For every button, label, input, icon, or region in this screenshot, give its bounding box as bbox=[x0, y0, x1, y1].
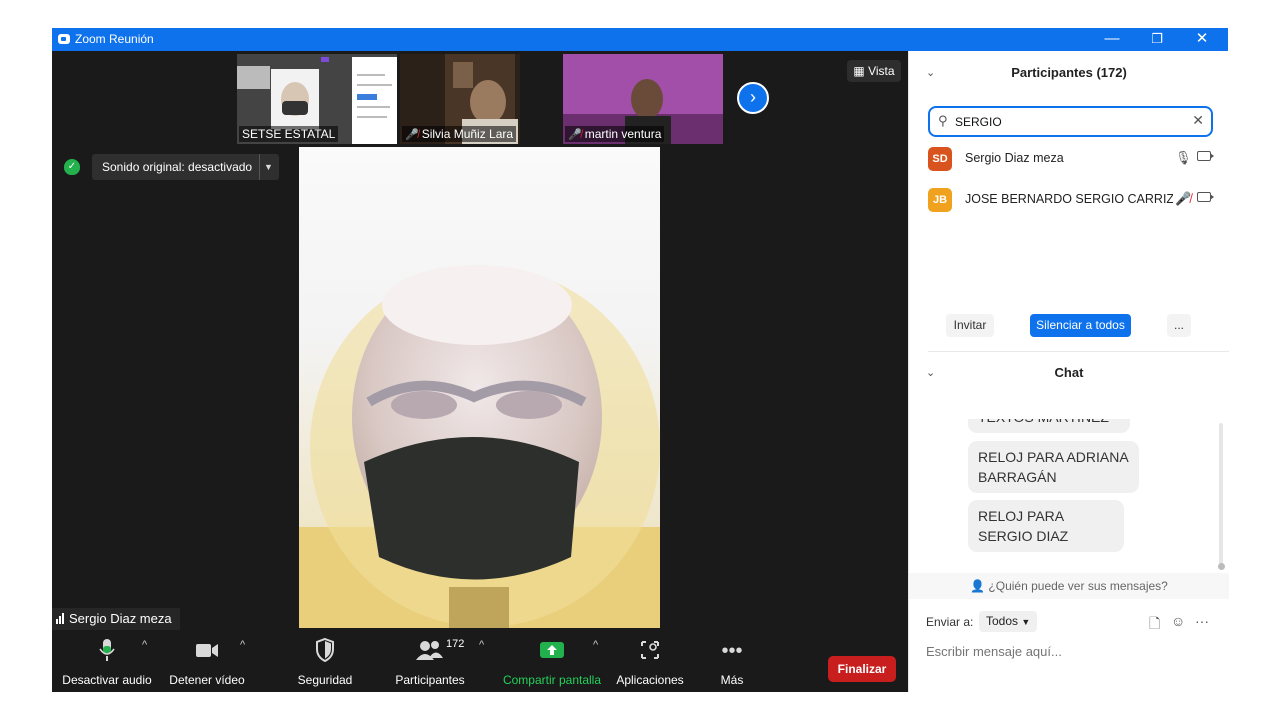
close-button[interactable]: ✕ bbox=[1179, 29, 1225, 50]
collapse-chevron-icon[interactable]: ⌄ bbox=[926, 62, 935, 84]
chat-title: Chat bbox=[1054, 365, 1084, 380]
minimize-button[interactable]: — bbox=[1089, 29, 1135, 50]
video-area: SETSE ESTATAL 🎤̸ Silvia Muñiz Lara 🎤̸ mart… bbox=[52, 51, 908, 692]
meeting-toolbar: Desactivar audio ^ Detener vídeo ^ Segur… bbox=[52, 631, 908, 692]
participant-name: JOSE BERNARDO SERGIO CARRIZ... bbox=[965, 192, 1173, 206]
mute-audio-button[interactable]: Desactivar audio bbox=[62, 637, 152, 687]
tile-name: 🎤̸ martin ventura bbox=[565, 126, 665, 142]
grid-icon: ▦ bbox=[853, 64, 869, 78]
security-button[interactable]: Seguridad bbox=[292, 637, 358, 687]
zoom-window: Zoom Reunión — ❐ ✕ SETSE ESTATAL 🎤̸ Silv… bbox=[52, 28, 1229, 692]
active-speaker-video bbox=[299, 147, 660, 628]
gallery-tile-silvia[interactable]: 🎤̸ Silvia Muñiz Lara bbox=[400, 54, 520, 144]
chat-messages: TEXTOS MARTINEZ RELOJ PARA ADRIANA BARRA… bbox=[909, 419, 1229, 574]
stop-video-button[interactable]: Detener vídeo bbox=[167, 637, 247, 687]
who-can-see-messages[interactable]: 👤 ¿Quién puede ver sus mensajes? bbox=[909, 573, 1229, 599]
encryption-shield-icon[interactable]: ✓ bbox=[64, 159, 80, 175]
microphone-icon bbox=[62, 637, 152, 665]
collapse-chevron-icon[interactable]: ⌄ bbox=[926, 362, 935, 384]
audio-options-caret[interactable]: ^ bbox=[142, 639, 147, 651]
zoom-app-icon bbox=[58, 34, 70, 44]
muted-mic-icon[interactable]: 🎤̸ bbox=[1175, 191, 1191, 207]
chat-message: RELOJ PARA SERGIO DIAZ bbox=[968, 500, 1124, 552]
apps-button[interactable]: Aplicaciones bbox=[614, 637, 686, 687]
participants-options-caret[interactable]: ^ bbox=[479, 639, 484, 651]
chat-message: TEXTOS MARTINEZ bbox=[968, 419, 1130, 433]
participants-count: 172 bbox=[446, 638, 465, 650]
video-camera-icon bbox=[167, 637, 247, 665]
more-button[interactable]: ••• Más bbox=[712, 637, 752, 687]
restore-button[interactable]: ❐ bbox=[1134, 29, 1180, 50]
participant-row[interactable]: JB JOSE BERNARDO SERGIO CARRIZ... 🎤̸ bbox=[909, 184, 1229, 216]
file-icon[interactable]: 🗋 bbox=[1149, 613, 1160, 637]
window-title: Zoom Reunión bbox=[75, 32, 154, 46]
title-bar: Zoom Reunión — ❐ ✕ bbox=[52, 28, 1228, 51]
clear-search-icon[interactable]: ✕ bbox=[1192, 112, 1204, 129]
more-dots-icon: ••• bbox=[721, 640, 743, 662]
muted-mic-icon: 🎤̸ bbox=[405, 129, 419, 141]
send-to-dropdown[interactable]: Todos ▼ bbox=[979, 611, 1038, 632]
camera-off-icon[interactable] bbox=[1197, 151, 1214, 161]
chat-message-input[interactable] bbox=[926, 641, 1216, 661]
apps-icon bbox=[614, 637, 686, 665]
end-meeting-button[interactable]: Finalizar bbox=[828, 656, 896, 682]
tile-name: SETSE ESTATAL bbox=[239, 126, 339, 142]
send-to-label: Enviar a: bbox=[926, 615, 974, 629]
speaker-face bbox=[299, 265, 660, 628]
participant-row[interactable]: SD Sergio Diaz meza 🎙 bbox=[909, 143, 1229, 175]
user-lock-icon: 👤 bbox=[970, 579, 989, 593]
invite-button[interactable]: Invitar bbox=[946, 314, 994, 337]
share-screen-icon bbox=[500, 637, 604, 665]
chat-scrollbar[interactable] bbox=[1219, 423, 1223, 568]
next-page-button[interactable]: › bbox=[737, 82, 769, 114]
chevron-down-icon: ▼ bbox=[1021, 617, 1031, 627]
participants-title: Participantes (172) bbox=[1011, 65, 1127, 80]
original-sound-label: Sonido original: desactivado bbox=[102, 160, 253, 174]
scroll-handle[interactable] bbox=[1218, 563, 1225, 570]
chat-message: RELOJ PARA ADRIANA BARRAGÁN bbox=[968, 441, 1139, 493]
tile-name: 🎤̸ Silvia Muñiz Lara bbox=[402, 126, 517, 142]
chat-header: ⌄ Chat bbox=[909, 362, 1229, 384]
signal-icon bbox=[56, 609, 65, 631]
more-options-button[interactable]: ... bbox=[1167, 314, 1191, 337]
camera-off-icon[interactable] bbox=[1197, 192, 1214, 202]
participants-header: ⌄ Participantes (172) bbox=[909, 62, 1229, 84]
share-screen-button[interactable]: Compartir pantalla bbox=[500, 637, 604, 687]
more-chat-options-icon[interactable]: ··· bbox=[1195, 613, 1209, 629]
video-options-caret[interactable]: ^ bbox=[240, 639, 245, 651]
participant-name: Sergio Diaz meza bbox=[965, 151, 1064, 165]
gallery-tile-setse[interactable]: SETSE ESTATAL bbox=[237, 54, 397, 144]
search-icon: ⚲ bbox=[938, 113, 948, 128]
mute-all-button[interactable]: Silenciar a todos bbox=[1030, 314, 1131, 337]
view-button[interactable]: ▦ Vista bbox=[847, 60, 901, 82]
participant-search[interactable]: ⚲ ✕ bbox=[928, 106, 1213, 137]
avatar: JB bbox=[928, 188, 952, 212]
muted-mic-icon: 🎤̸ bbox=[568, 129, 582, 141]
divider bbox=[928, 351, 1229, 352]
avatar: SD bbox=[928, 147, 952, 171]
gallery-tile-martin[interactable]: 🎤̸ martin ventura bbox=[563, 54, 723, 144]
participant-search-input[interactable] bbox=[955, 112, 1185, 131]
original-sound-toggle[interactable]: Sonido original: desactivado ▼ bbox=[92, 154, 279, 180]
chevron-down-icon[interactable]: ▼ bbox=[264, 154, 273, 180]
side-panel: ⌄ Participantes (172) ⚲ ✕ SD Sergio Diaz… bbox=[908, 51, 1229, 692]
microphone-icon[interactable]: 🎙 bbox=[1175, 150, 1192, 166]
security-shield-icon bbox=[292, 637, 358, 665]
emoji-icon[interactable]: ☺ bbox=[1171, 613, 1185, 629]
active-speaker-label: Sergio Diaz meza bbox=[52, 608, 180, 630]
share-options-caret[interactable]: ^ bbox=[593, 639, 598, 651]
